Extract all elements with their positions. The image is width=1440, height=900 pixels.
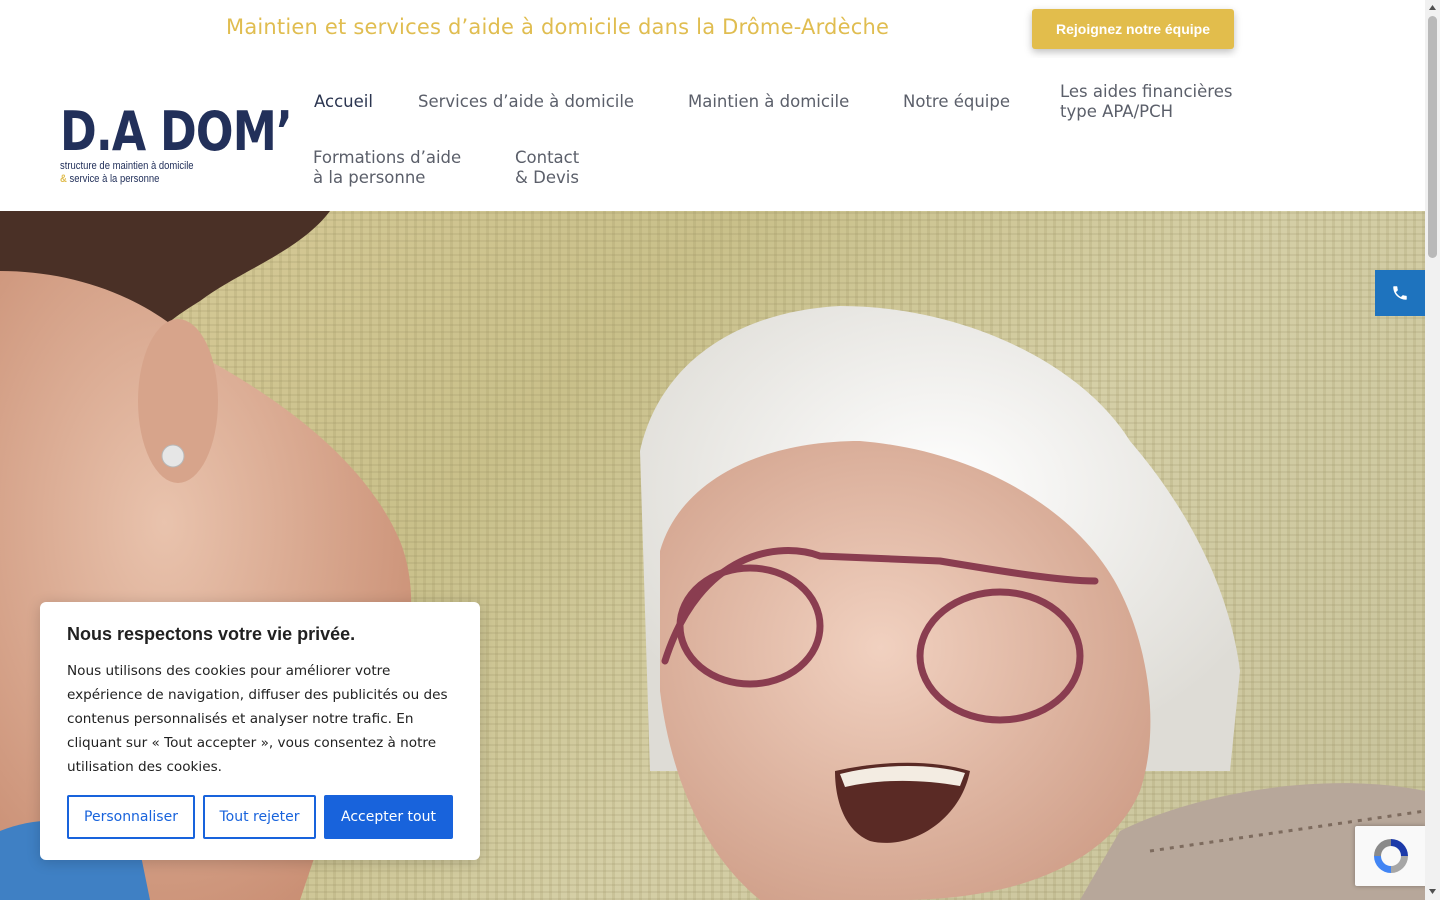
nav-team[interactable]: Notre équipe <box>903 92 1010 112</box>
site-header: D.A DOM’ structure de maintien à domicil… <box>0 58 1425 211</box>
scroll-up-arrow-icon[interactable] <box>1428 3 1437 13</box>
top-bar: Maintien et services d’aide à domicile d… <box>0 0 1425 58</box>
logo-subtitle-line1: structure de maintien à domicile <box>60 160 194 172</box>
phone-icon <box>1393 286 1407 300</box>
nav-contact-line2: & Devis <box>515 168 579 187</box>
nav-home[interactable]: Accueil <box>314 92 373 112</box>
cookie-actions: Personnaliser Tout rejeter Accepter tout <box>67 795 453 839</box>
cookie-description: Nous utilisons des cookies pour améliore… <box>67 663 448 775</box>
nav-formations-line2: à la personne <box>313 168 426 187</box>
nav-formations[interactable]: Formations d’aide à la personne <box>313 148 461 188</box>
nav-services[interactable]: Services d’aide à domicile <box>418 92 634 112</box>
cookie-accept-button[interactable]: Accepter tout <box>324 795 453 839</box>
cookie-customize-button[interactable]: Personnaliser <box>67 795 195 839</box>
nav-financial-aid-line2: type APA/PCH <box>1060 102 1174 121</box>
cookie-title: Nous respectons votre vie privée. <box>67 624 356 644</box>
site-logo[interactable]: D.A DOM’ structure de maintien à domicil… <box>60 100 293 194</box>
site-tagline: Maintien et services d’aide à domicile d… <box>226 15 890 39</box>
logo-wordmark: D.A DOM’ <box>60 100 293 163</box>
nav-financial-aid-line1: Les aides financières <box>1060 82 1233 101</box>
page-scrollbar[interactable] <box>1425 0 1440 900</box>
nav-contact[interactable]: Contact & Devis <box>515 148 579 188</box>
recaptcha-icon <box>1374 839 1408 873</box>
call-button[interactable] <box>1375 270 1425 316</box>
logo-subtitle-line2: & service à la personne <box>60 173 160 185</box>
nav-maintien[interactable]: Maintien à domicile <box>688 92 849 112</box>
scrollbar-thumb[interactable] <box>1428 16 1437 258</box>
cookie-reject-button[interactable]: Tout rejeter <box>203 795 316 839</box>
join-team-button[interactable]: Rejoignez notre équipe <box>1032 9 1234 49</box>
recaptcha-badge[interactable] <box>1355 826 1427 886</box>
nav-formations-line1: Formations d’aide <box>313 148 462 167</box>
cookie-banner: Nous respectons votre vie privée. Nous u… <box>40 602 480 860</box>
scroll-down-arrow-icon[interactable] <box>1428 886 1437 896</box>
nav-contact-line1: Contact <box>515 148 580 167</box>
nav-financial-aid[interactable]: Les aides financières type APA/PCH <box>1060 82 1232 122</box>
